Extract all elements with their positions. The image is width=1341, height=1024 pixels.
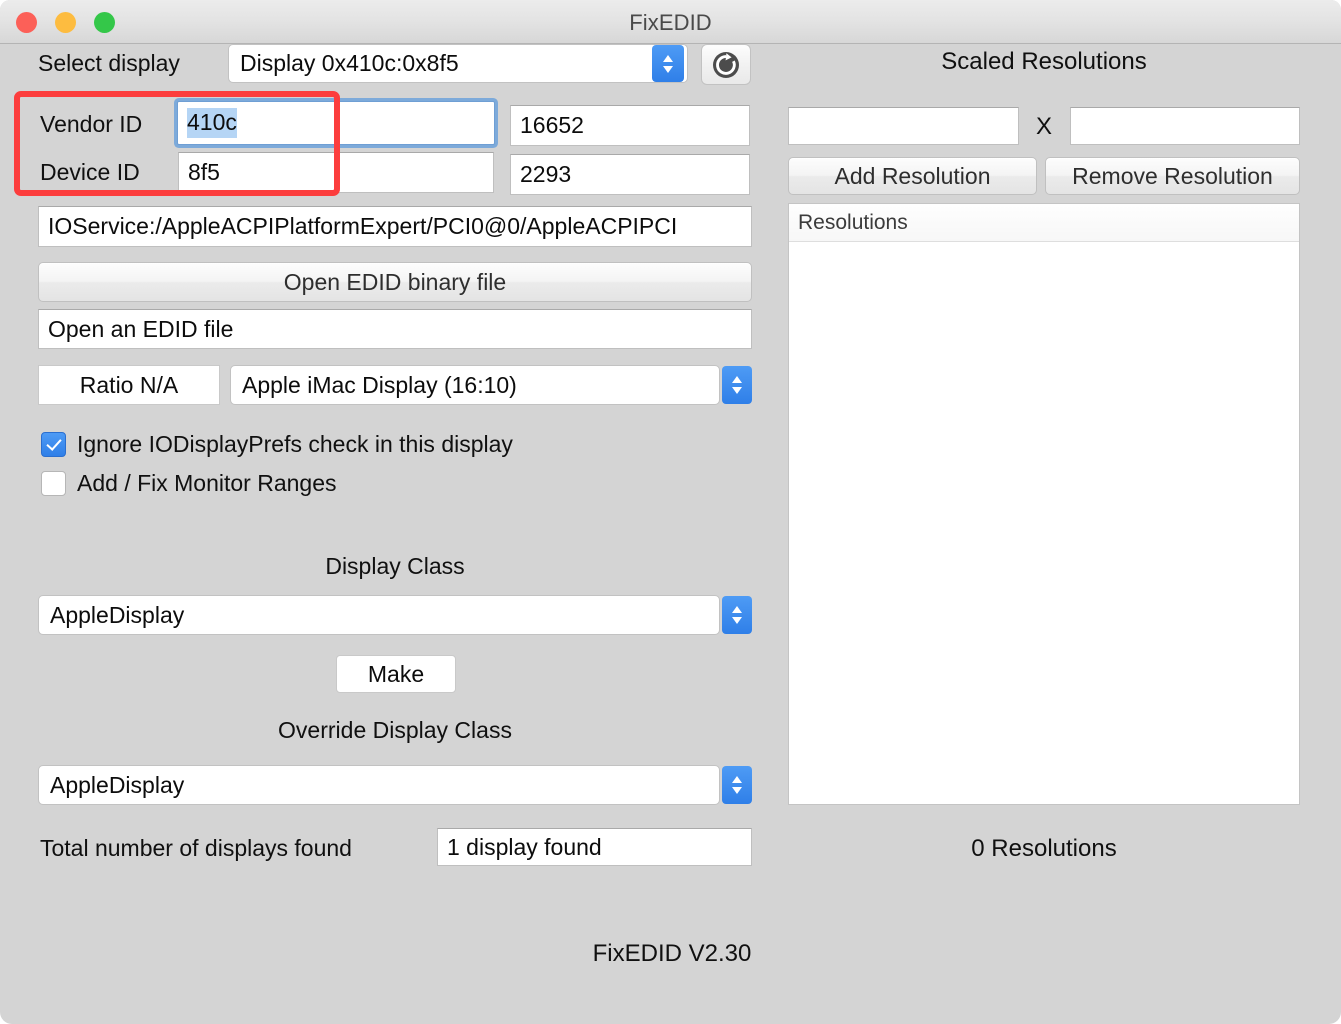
override-display-class-stepper[interactable] (722, 766, 752, 804)
device-id-label: Device ID (40, 159, 140, 185)
vendor-id-input[interactable]: 410c (177, 101, 495, 145)
ratio-button[interactable]: Ratio N/A (38, 365, 220, 405)
select-display-popup[interactable]: Display 0x410c:0x8f5 (228, 44, 688, 83)
checkbox-monitor-ranges-label: Add / Fix Monitor Ranges (77, 470, 337, 496)
display-class-popup[interactable]: AppleDisplay (38, 595, 720, 635)
resolutions-column-header[interactable]: Resolutions (789, 204, 1299, 242)
version-label: FixEDID V2.30 (592, 940, 752, 967)
add-resolution-button[interactable]: Add Resolution (788, 157, 1037, 195)
checkbox-ignore-iodisplayprefs-label: Ignore IODisplayPrefs check in this disp… (77, 431, 513, 457)
refresh-icon (713, 51, 739, 78)
remove-resolution-button[interactable]: Remove Resolution (1045, 157, 1300, 195)
scaled-resolutions-heading: Scaled Resolutions (941, 48, 1147, 75)
display-class-heading: Display Class (325, 553, 465, 579)
select-display-label: Select display (38, 50, 180, 76)
app-window: FixEDID Select display Display 0x410c:0x… (0, 0, 1341, 1024)
checkbox-monitor-ranges[interactable] (41, 471, 66, 496)
display-class-stepper[interactable] (722, 596, 752, 634)
checkbox-row-monitor-ranges[interactable]: Add / Fix Monitor Ranges (41, 470, 337, 497)
total-displays-label: Total number of displays found (40, 835, 352, 861)
resolutions-count-label: 0 Resolutions (971, 835, 1117, 862)
override-display-class-popup[interactable]: AppleDisplay (38, 765, 720, 805)
select-display-stepper[interactable] (652, 45, 684, 82)
device-id-decimal-input[interactable]: 2293 (510, 154, 750, 195)
display-model-stepper[interactable] (722, 366, 752, 404)
open-edid-file-input[interactable]: Open an EDID file (38, 309, 752, 349)
override-display-class-heading: Override Display Class (278, 717, 512, 743)
vendor-id-label: Vendor ID (40, 111, 143, 137)
resolution-height-input[interactable] (1070, 107, 1300, 145)
resolutions-list[interactable]: Resolutions (788, 203, 1300, 805)
checkbox-row-ignore-iodisplayprefs[interactable]: Ignore IODisplayPrefs check in this disp… (41, 431, 513, 458)
make-button[interactable]: Make (336, 655, 456, 693)
io-service-path-input[interactable]: IOService:/AppleACPIPlatformExpert/PCI0@… (38, 206, 752, 247)
device-id-input[interactable]: 8f5 (178, 152, 494, 193)
resolution-x-separator: X (1035, 113, 1052, 140)
vendor-id-decimal-input[interactable]: 16652 (510, 105, 750, 146)
vendor-id-value: 410c (187, 108, 237, 138)
title-bar: FixEDID (0, 0, 1341, 44)
open-edid-binary-button[interactable]: Open EDID binary file (38, 262, 752, 302)
checkbox-ignore-iodisplayprefs[interactable] (41, 432, 66, 457)
total-displays-value: 1 display found (437, 828, 752, 866)
resolution-width-input[interactable] (788, 107, 1019, 145)
window-title: FixEDID (629, 10, 712, 35)
display-model-popup[interactable]: Apple iMac Display (16:10) (230, 365, 720, 405)
refresh-button[interactable] (701, 44, 751, 85)
